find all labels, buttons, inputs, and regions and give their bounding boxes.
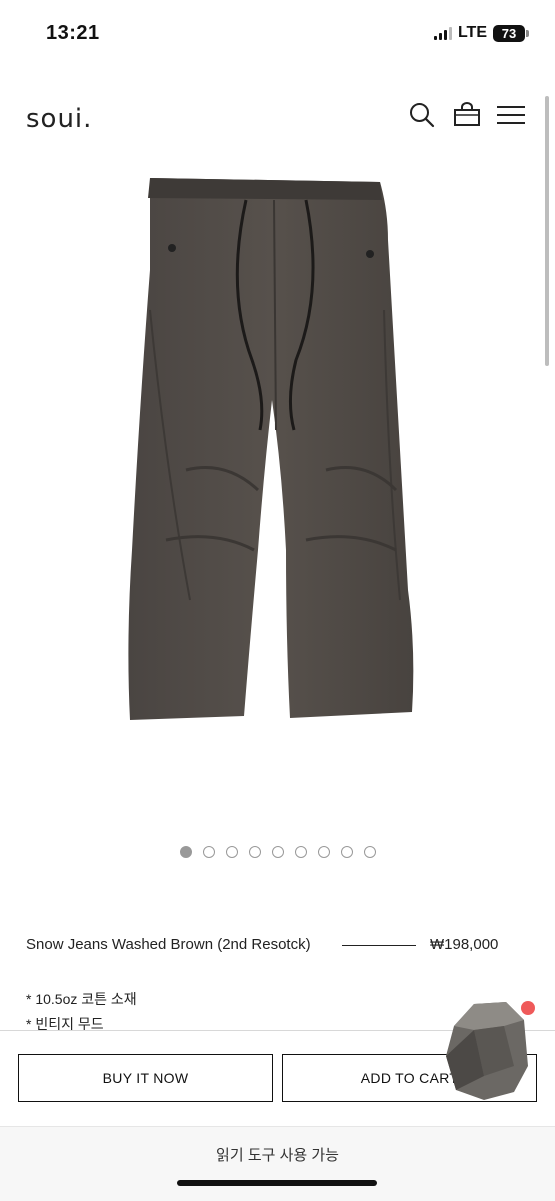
reader-mode-label[interactable]: 읽기 도구 사용 가능 — [0, 1144, 555, 1165]
product-description-line: * 빈티지 무드 — [26, 1016, 104, 1030]
brand-logo[interactable]: soui. — [26, 104, 92, 134]
product-price: ₩198,000 — [430, 936, 499, 953]
battery-icon: 73 — [493, 24, 529, 42]
pagination-dot[interactable] — [317, 846, 330, 858]
product-image[interactable] — [126, 170, 438, 750]
pagination-dot[interactable] — [271, 846, 284, 858]
floating-chat-widget[interactable] — [444, 996, 528, 1102]
pagination-dot[interactable] — [179, 846, 192, 858]
signal-icon — [433, 26, 452, 40]
buy-now-button[interactable]: BUY IT NOW — [18, 1054, 273, 1102]
shopping-bag-icon[interactable] — [450, 98, 484, 132]
pagination-dot[interactable] — [202, 846, 215, 858]
status-time: 13:21 — [46, 22, 100, 44]
pagination-dot[interactable] — [248, 846, 261, 858]
image-pagination — [0, 846, 555, 858]
product-name: Snow Jeans Washed Brown (2nd Resotck) — [26, 936, 311, 953]
notification-badge — [521, 1001, 535, 1015]
pagination-dot[interactable] — [363, 846, 376, 858]
search-icon[interactable] — [405, 98, 439, 132]
pagination-dot[interactable] — [340, 846, 353, 858]
status-indicators: LTE 73 — [433, 24, 529, 42]
divider — [342, 945, 416, 946]
network-label: LTE — [457, 24, 487, 41]
menu-icon[interactable] — [494, 98, 528, 132]
pagination-dot[interactable] — [294, 846, 307, 858]
scrollbar[interactable] — [545, 96, 549, 366]
product-description-line: * 10.5oz 코튼 소재 — [26, 991, 137, 1007]
pagination-dot[interactable] — [225, 846, 238, 858]
battery-level: 73 — [493, 24, 525, 42]
home-indicator[interactable] — [177, 1180, 377, 1186]
